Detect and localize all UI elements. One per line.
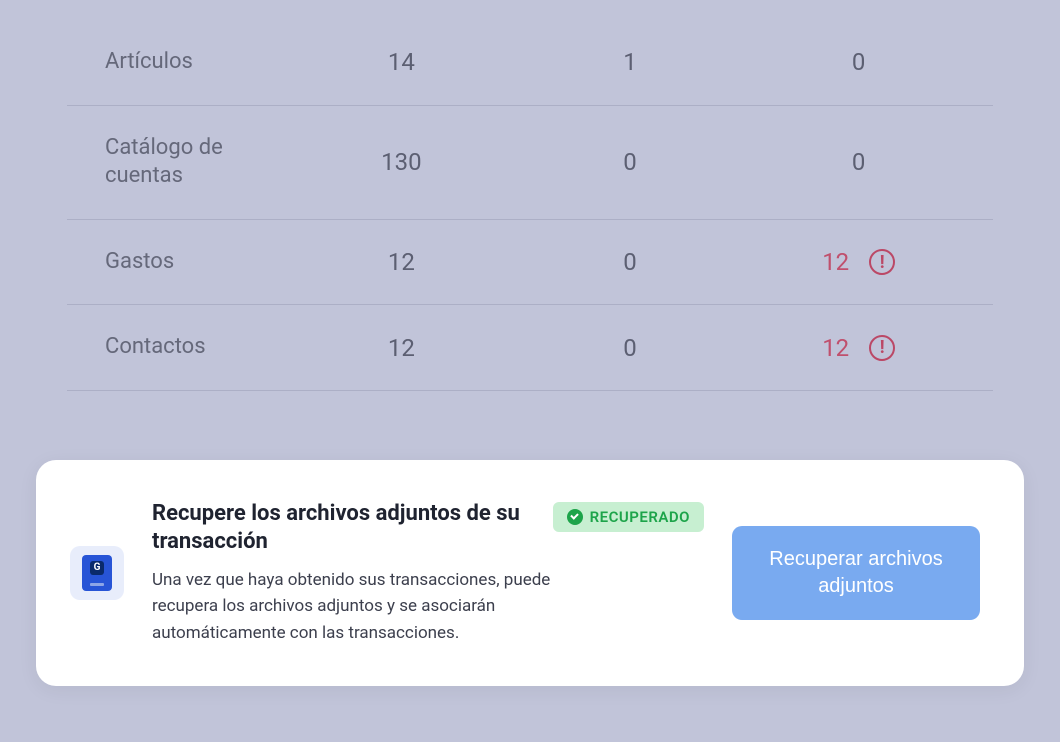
recover-attachments-button[interactable]: Recuperar archivos adjuntos (732, 526, 980, 620)
card-action: Recuperar archivos adjuntos (732, 526, 980, 620)
card-header: Recupere los archivos adjuntos de su tra… (152, 500, 704, 557)
row-name: Contactos (67, 333, 287, 362)
recover-attachments-card: Recupere los archivos adjuntos de su tra… (36, 460, 1024, 686)
row-col1: 14 (287, 48, 516, 76)
alert-icon (869, 249, 895, 275)
row-col2: 0 (516, 248, 745, 276)
table-row: Contactos 12 0 12 (67, 305, 993, 391)
row-name: Catálogo de cuentas (67, 134, 287, 191)
table-row: Gastos 12 0 12 (67, 220, 993, 306)
row-col2: 1 (516, 48, 745, 76)
row-col3: 12 (822, 334, 849, 362)
row-col1: 12 (287, 248, 516, 276)
row-col2: 0 (516, 334, 745, 362)
row-col1: 130 (287, 148, 516, 176)
row-col3-wrap: 12 (744, 248, 993, 276)
alert-icon (869, 335, 895, 361)
badge-text: RECUPERADO (590, 508, 690, 526)
card-body: Recupere los archivos adjuntos de su tra… (152, 500, 704, 646)
row-col3: 0 (852, 48, 866, 76)
row-col3-wrap: 0 (744, 48, 993, 76)
row-col3-wrap: 12 (744, 334, 993, 362)
check-icon (567, 509, 583, 525)
row-name: Gastos (67, 248, 287, 277)
data-table: Artículos 14 1 0 Catálogo de cuentas 130… (67, 0, 993, 391)
row-col2: 0 (516, 148, 745, 176)
row-col3: 12 (822, 248, 849, 276)
row-col3: 0 (852, 148, 866, 176)
table-row: Artículos 14 1 0 (67, 0, 993, 106)
row-col1: 12 (287, 334, 516, 362)
app-icon (70, 546, 124, 600)
row-col3-wrap: 0 (744, 148, 993, 176)
card-title: Recupere los archivos adjuntos de su tra… (152, 500, 539, 557)
card-description: Una vez que haya obtenido sus transaccio… (152, 567, 582, 646)
table-row: Catálogo de cuentas 130 0 0 (67, 106, 993, 220)
status-badge: RECUPERADO (553, 502, 704, 532)
row-name: Artículos (67, 48, 287, 77)
